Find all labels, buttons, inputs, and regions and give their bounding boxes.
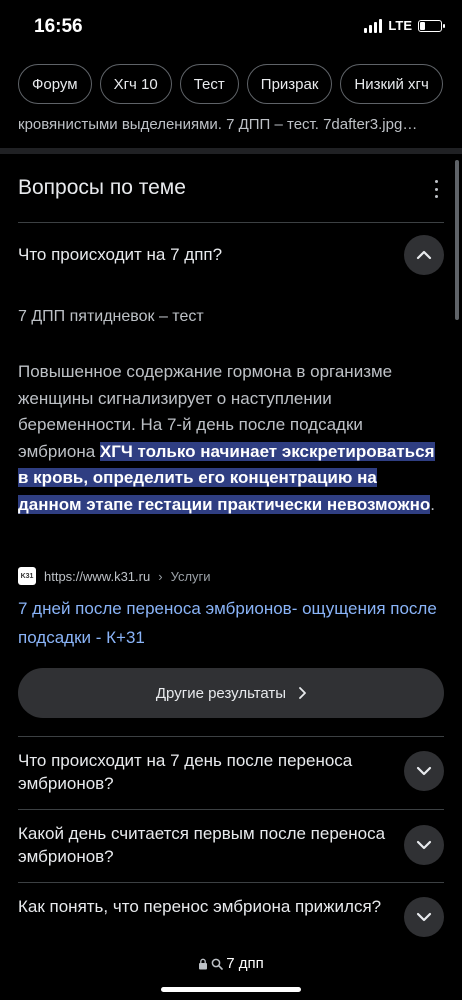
answer-text-end: . (430, 494, 435, 514)
home-indicator[interactable] (161, 987, 301, 992)
question-item[interactable]: Какой день считается первым после перено… (18, 822, 388, 868)
chip-hcg-10[interactable]: Хгч 10 (99, 64, 172, 104)
k31-favicon: K31 (18, 567, 36, 585)
network-label: LTE (388, 18, 412, 33)
answer-text: Повышенное содержание гормона в организм… (18, 359, 438, 518)
chevron-down-icon (416, 912, 432, 922)
scrollbar[interactable] (455, 160, 459, 320)
question-item[interactable]: Как понять, что перенос эмбриона прижилс… (18, 895, 388, 918)
address-bar[interactable]: 7 дпп (0, 955, 462, 972)
expand-button[interactable] (404, 897, 444, 937)
divider (18, 222, 444, 223)
source-url: https://www.k31.ru (44, 568, 151, 584)
chip-ghost[interactable]: Призрак (246, 64, 333, 104)
previous-result-snippet: кровянистыми выделениями. 7 ДПП – тест. … (18, 116, 418, 133)
search-icon (211, 958, 224, 970)
address-query: 7 дпп (226, 955, 264, 972)
section-divider (0, 148, 462, 154)
status-time: 16:56 (34, 16, 83, 37)
chip-test[interactable]: Тест (179, 64, 239, 104)
expand-button[interactable] (404, 825, 444, 865)
chip-forum[interactable]: Форум (18, 64, 92, 104)
divider (18, 809, 444, 810)
chip-low-hcg[interactable]: Низкий хгч (340, 64, 443, 104)
expanded-question[interactable]: Что происходит на 7 дпп? (18, 243, 388, 266)
chevron-right-icon (299, 687, 306, 699)
more-options-icon[interactable] (430, 180, 442, 198)
divider (18, 736, 444, 737)
collapse-button[interactable] (404, 235, 444, 275)
section-title: Вопросы по теме (18, 176, 186, 199)
more-results-label: Другие результаты (155, 684, 287, 702)
source-path: Услуги (170, 568, 211, 584)
search-chips: Форум Хгч 10 Тест Призрак Низкий хгч (18, 64, 443, 104)
signal-icon (364, 18, 383, 33)
question-item[interactable]: Что происходит на 7 день после переноса … (18, 749, 388, 795)
status-indicators: LTE (364, 18, 445, 33)
status-bar: 16:56 LTE (0, 0, 462, 56)
lock-icon (199, 958, 208, 969)
source-row[interactable]: K31 https://www.k31.ru › Услуги (18, 567, 211, 585)
chevron-down-icon (416, 766, 432, 776)
chevron-down-icon (416, 840, 432, 850)
divider (18, 882, 444, 883)
breadcrumb-separator: › (158, 568, 163, 584)
answer-heading: 7 ДПП пятидневок – тест (18, 308, 204, 325)
chevron-up-icon (416, 250, 432, 260)
more-results-button[interactable]: Другие результаты (18, 668, 444, 718)
battery-icon (418, 19, 445, 32)
expand-button[interactable] (404, 751, 444, 791)
result-title-link[interactable]: 7 дней после переноса эмбрионов- ощущени… (18, 594, 438, 652)
